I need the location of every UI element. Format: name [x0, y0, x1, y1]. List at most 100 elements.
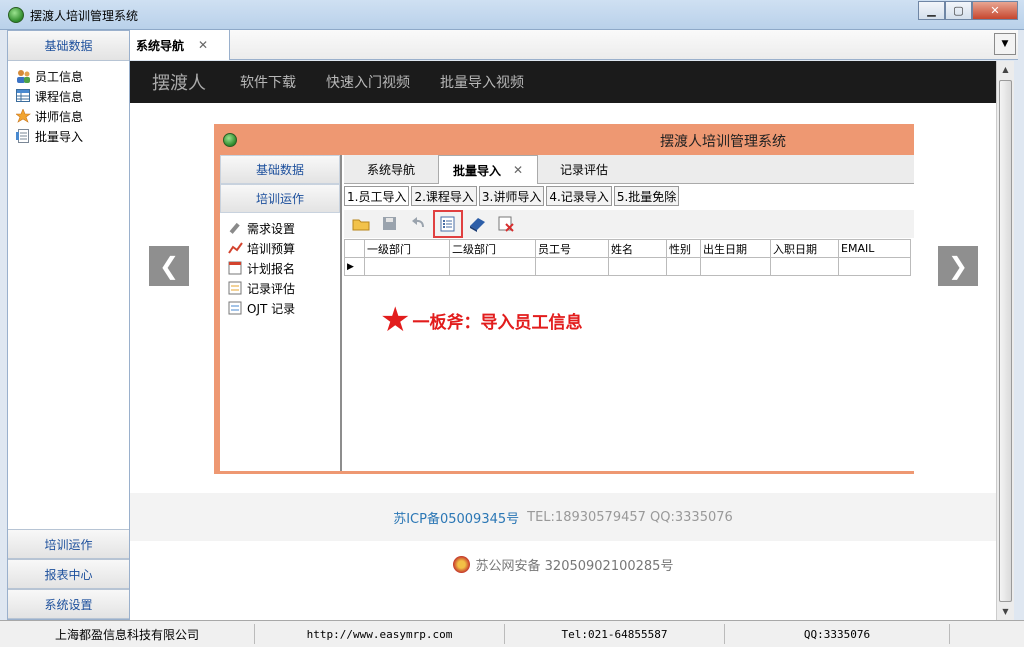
- nav-header-reports[interactable]: 报表中心: [8, 559, 129, 589]
- slide-body: 基础数据 培训运作 需求设置 培训预算 计划报名 记录评估 OJT 记录 系统导…: [220, 155, 914, 471]
- red-star-icon: ★: [380, 300, 411, 340]
- wrench-icon: [228, 221, 243, 235]
- carousel-next-button[interactable]: ❯: [938, 246, 978, 286]
- scroll-down-button[interactable]: ▼: [997, 603, 1014, 620]
- slide-toolbar: [344, 210, 914, 238]
- vertical-scrollbar[interactable]: ▲ ▼: [996, 61, 1014, 620]
- tab-strip: 系统导航 ✕ ▼: [130, 30, 1018, 60]
- slide-nav-header: 基础数据: [220, 155, 340, 184]
- slide-callout: ★ 一板斧：导入员工信息: [380, 303, 582, 337]
- slide-title-bar: 摆渡人培训管理系统: [214, 124, 914, 155]
- nav-header-settings[interactable]: 系统设置: [8, 589, 129, 619]
- tab-dropdown-button[interactable]: ▼: [994, 33, 1016, 55]
- nav-item-label: 批量导入: [35, 129, 84, 144]
- police-record-text[interactable]: 苏公网安备 32050902100285号: [476, 555, 674, 574]
- nav-item-label: 员工信息: [35, 69, 84, 84]
- grid-col-header: 姓名: [608, 239, 667, 258]
- grid-col-header: 二级部门: [449, 239, 536, 258]
- grid-cell: [666, 257, 701, 276]
- undo-icon: [410, 216, 428, 232]
- slide-nav-header-2: 培训运作: [220, 184, 340, 213]
- status-company: 上海都盈信息科技有限公司: [0, 624, 255, 644]
- scroll-thumb[interactable]: [999, 80, 1012, 602]
- slide-nav-item: OJT 记录: [228, 298, 340, 318]
- status-bar: 上海都盈信息科技有限公司 http://www.easymrp.com Tel:…: [0, 620, 1024, 647]
- grid-cell: [838, 257, 911, 276]
- slide-nav-item: 需求设置: [228, 218, 340, 238]
- icp-link[interactable]: 苏ICP备05009345号: [393, 508, 519, 527]
- nav-header-training-ops[interactable]: 培训运作: [8, 529, 129, 559]
- table-row: ▶: [344, 257, 911, 276]
- close-icon: ✕: [512, 163, 524, 177]
- nav-item-trainers[interactable]: 讲师信息: [15, 106, 129, 126]
- slide-subtab: 1.员工导入: [344, 186, 410, 206]
- slide-subtab: 2.课程导入: [411, 186, 477, 206]
- grid-cell: [770, 257, 839, 276]
- police-badge-icon: [452, 555, 470, 573]
- delete-sheet-icon: [497, 216, 515, 232]
- window-title: 摆渡人培训管理系统: [30, 9, 139, 23]
- nav-item-employees[interactable]: 员工信息: [16, 66, 129, 86]
- carousel-prev-button[interactable]: ❮: [149, 246, 189, 286]
- tab-label: 系统导航: [136, 38, 185, 53]
- star-person-icon: [15, 108, 31, 123]
- grid-cell: [608, 257, 667, 276]
- slide-nav-label: 计划报名: [247, 261, 296, 276]
- carousel-slide-screenshot: 摆渡人培训管理系统 基础数据 培训运作 需求设置 培训预算 计划报名 记录评估 …: [214, 124, 914, 474]
- close-button[interactable]: ✕: [972, 1, 1018, 20]
- folder-open-icon: [352, 216, 370, 232]
- site-topbar: 摆渡人 软件下载 快速入门视频 批量导入视频: [130, 61, 996, 103]
- slide-subtab: 5.批量免除: [613, 186, 680, 206]
- left-nav: 基础数据 员工信息 课程信息 讲师信息 批量导入 培训运作 报表中心 系统设置: [7, 30, 130, 620]
- save-icon: [381, 216, 399, 232]
- grid-cell: [535, 257, 609, 276]
- row-marker: ▶: [344, 257, 365, 276]
- grid-col-header: 一级部门: [364, 239, 450, 258]
- nav-header-basic-data[interactable]: 基础数据: [8, 31, 129, 61]
- app-globe-icon: [8, 7, 24, 23]
- slide-subtab: 3.讲师导入: [478, 186, 545, 206]
- web-content: 摆渡人 软件下载 快速入门视频 批量导入视频 ❮ ❯ 摆渡人培训管理系统 基础数…: [130, 61, 996, 620]
- nav-item-label: 讲师信息: [35, 109, 84, 124]
- nav-item-courses[interactable]: 课程信息: [16, 86, 129, 106]
- slide-nav-label: OJT 记录: [247, 301, 296, 316]
- grid-cell: [700, 257, 771, 276]
- form-icon: [228, 281, 243, 295]
- link-batch-import-video[interactable]: 批量导入视频: [440, 72, 524, 92]
- link-software-download[interactable]: 软件下载: [240, 72, 296, 92]
- tab-system-nav[interactable]: 系统导航 ✕: [130, 30, 230, 60]
- slide-nav-item: 记录评估: [228, 278, 340, 298]
- status-tel: Tel:021-64855587: [505, 624, 725, 644]
- slide-tab: 记录评估: [559, 163, 608, 177]
- nav-item-batch-import[interactable]: 批量导入: [16, 126, 129, 146]
- link-quickstart-video[interactable]: 快速入门视频: [326, 72, 410, 92]
- minimize-button[interactable]: ▁: [918, 1, 945, 20]
- slide-tab-strip: 系统导航 批量导入 ✕ 记录评估: [344, 155, 914, 184]
- app-globe-icon: [223, 133, 237, 147]
- slide-tab-label: 批量导入: [452, 163, 501, 178]
- slide-subtabs: 1.员工导入 2.课程导入 3.讲师导入 4.记录导入 5.批量免除: [344, 186, 914, 208]
- contact-text: TEL:18930579457 QQ:3335076: [527, 509, 733, 525]
- slide-title: 摆渡人培训管理系统: [660, 134, 786, 150]
- status-url: http://www.easymrp.com: [255, 624, 505, 644]
- scroll-up-button[interactable]: ▲: [997, 61, 1014, 78]
- close-icon[interactable]: ✕: [198, 38, 208, 52]
- slide-nav-item: 计划报名: [228, 258, 340, 278]
- table-icon: [16, 89, 31, 103]
- window-controls: ▁ ▢ ✕: [918, 1, 1018, 20]
- users-icon: [16, 69, 31, 83]
- grid-header-row: 一级部门 二级部门 员工号 姓名 性别 出生日期 入职日期 EMAIL: [344, 239, 911, 258]
- slide-nav-item: 培训预算: [228, 238, 340, 258]
- maximize-button[interactable]: ▢: [945, 1, 972, 20]
- form-icon: [228, 301, 243, 315]
- grid-corner: [344, 239, 365, 258]
- nav-list: 员工信息 课程信息 讲师信息 批量导入: [8, 61, 129, 146]
- slide-callout-text: 一板斧：导入员工信息: [412, 312, 583, 333]
- site-brand[interactable]: 摆渡人: [152, 69, 206, 95]
- import-icon: [16, 129, 31, 143]
- import-list-icon: [433, 210, 463, 238]
- slide-grid-table: 一级部门 二级部门 员工号 姓名 性别 出生日期 入职日期 EMAIL ▶: [344, 239, 911, 276]
- carousel: ❮ ❯ 摆渡人培训管理系统 基础数据 培训运作 需求设置 培训预算 计划报名 记…: [130, 103, 996, 493]
- site-footer-icp: 苏ICP备05009345号 TEL:18930579457 QQ:333507…: [130, 493, 996, 541]
- title-bar: 摆渡人培训管理系统 ▁ ▢ ✕: [0, 0, 1024, 30]
